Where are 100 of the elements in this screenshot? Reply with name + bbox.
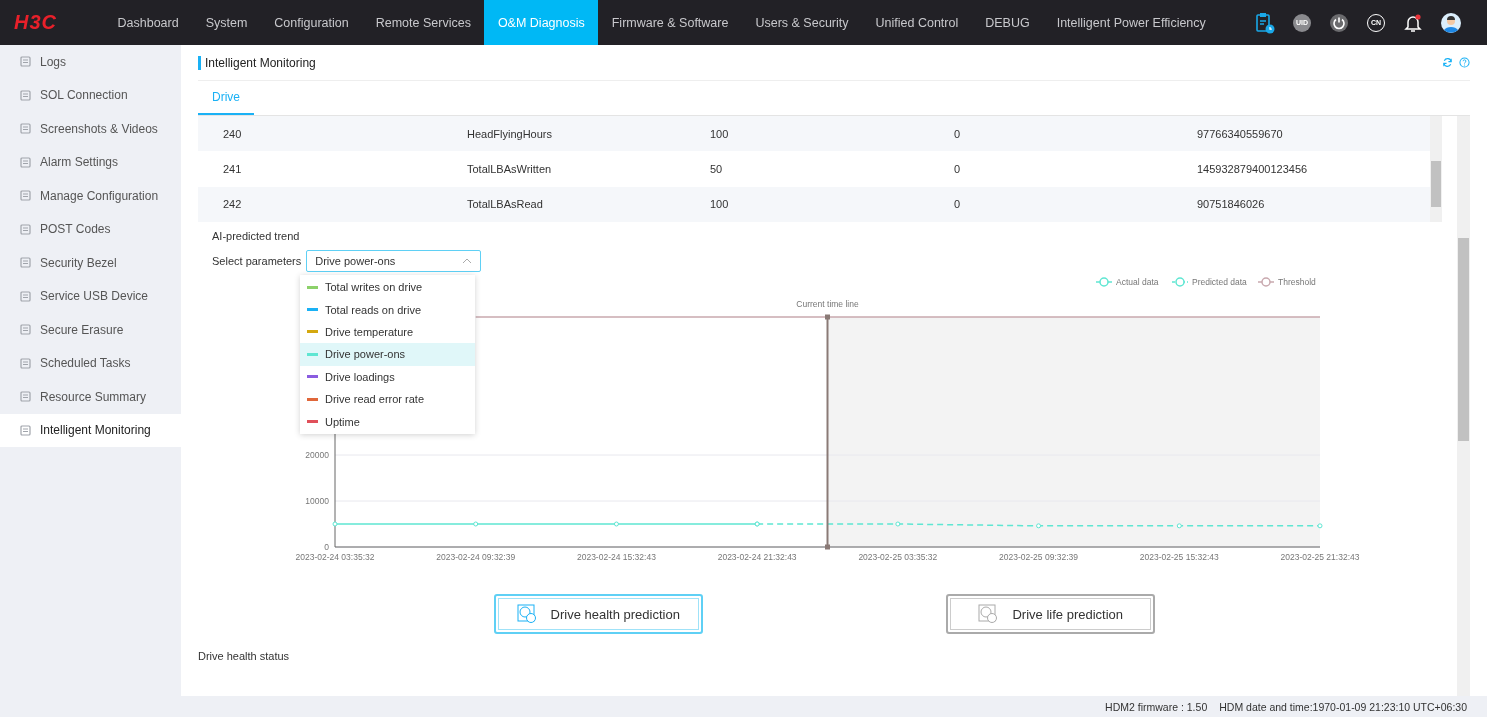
table-cell-text: 240 bbox=[223, 127, 243, 140]
nav-tab[interactable]: Users & Security bbox=[741, 0, 863, 45]
dropdown-option[interactable]: Drive temperature bbox=[300, 320, 475, 344]
bell-icon[interactable] bbox=[1403, 12, 1423, 33]
table-cell-text: 0 bbox=[954, 198, 962, 211]
y-axis-label: 20000 bbox=[305, 450, 329, 460]
legend-label[interactable]: Actual data bbox=[1116, 277, 1159, 287]
table-cell-text: 241 bbox=[223, 163, 243, 176]
x-axis-label: 2023-02-25 15:32:43 bbox=[1139, 552, 1219, 562]
x-axis-label: 2023-02-24 15:32:43 bbox=[576, 552, 656, 562]
dropdown-option[interactable]: Drive loadings bbox=[300, 365, 475, 388]
sidebar-item[interactable]: Logs bbox=[0, 45, 181, 79]
nav-tab[interactable]: Configuration bbox=[260, 0, 363, 45]
x-axis-label: 2023-02-25 21:32:43 bbox=[1280, 552, 1360, 562]
power-icon[interactable] bbox=[1329, 12, 1349, 33]
table-cell-text: 100 bbox=[710, 198, 730, 211]
nav-tab[interactable]: Firmware & Software bbox=[598, 0, 742, 45]
nav-tab[interactable]: Remote Services bbox=[362, 0, 485, 45]
scrollbar[interactable] bbox=[1457, 116, 1470, 696]
table-cell-text: 100 bbox=[710, 127, 730, 140]
sidebar-item[interactable]: Resource Summary bbox=[0, 380, 181, 414]
nav-tab[interactable]: Unified Control bbox=[862, 0, 972, 45]
x-axis-label: 2023-02-24 21:32:43 bbox=[717, 552, 797, 562]
caret-icon bbox=[462, 258, 473, 264]
data-point bbox=[332, 521, 338, 527]
data-point bbox=[1317, 523, 1323, 529]
menu-item-icon bbox=[20, 324, 31, 336]
date-time: HDM date and time:1970-01-09 21:23:10 UTC+06:30 bbox=[1219, 700, 1467, 713]
table-cell-text: 0 bbox=[954, 127, 962, 140]
help-icon[interactable] bbox=[1459, 57, 1470, 68]
nav-tab[interactable]: DEBUG bbox=[971, 0, 1044, 45]
annotation-label: Current time line bbox=[796, 299, 859, 309]
sidebar-item[interactable]: POST Codes bbox=[0, 212, 181, 246]
legend-marker-icon[interactable] bbox=[1171, 277, 1189, 287]
menu-item-icon bbox=[20, 56, 31, 68]
drive-icon bbox=[978, 604, 999, 624]
menu-item-icon bbox=[20, 424, 31, 436]
menu-item-icon bbox=[20, 391, 31, 403]
nav-tab[interactable]: Dashboard bbox=[104, 0, 193, 45]
clipboard-clock-icon[interactable] bbox=[1255, 11, 1275, 34]
sidebar-item[interactable]: Screenshots & Videos bbox=[0, 112, 181, 146]
page-title: Intelligent Monitoring bbox=[198, 55, 316, 70]
table-cell-text: HeadFlyingHours bbox=[467, 127, 553, 140]
menu-item-icon bbox=[20, 89, 31, 101]
nav-tab[interactable]: Intelligent Power Efficiency bbox=[1043, 0, 1220, 45]
section-title: Drive health status bbox=[198, 650, 291, 662]
menu-item-icon bbox=[20, 357, 31, 369]
y-axis-label: 10000 bbox=[305, 496, 329, 506]
menu-item-icon bbox=[20, 190, 31, 202]
legend-label[interactable]: Predicted data bbox=[1192, 277, 1247, 287]
table-cell-text: 145932879400123456 bbox=[1197, 163, 1309, 176]
table-cell-text: 97766340559670 bbox=[1197, 127, 1284, 140]
sidebar-item[interactable]: Service USB Device bbox=[0, 279, 181, 313]
field-label: Select parameters bbox=[212, 255, 302, 267]
dropdown-option[interactable]: Uptime bbox=[300, 410, 475, 433]
data-point bbox=[1036, 523, 1042, 529]
data-point bbox=[895, 521, 901, 527]
table-cell-text: 0 bbox=[954, 163, 962, 176]
data-point bbox=[1176, 523, 1182, 529]
nav-tab[interactable]: System bbox=[192, 0, 261, 45]
menu-item-icon bbox=[20, 223, 31, 235]
sidebar-item[interactable]: Intelligent Monitoring bbox=[0, 413, 181, 447]
x-axis-label: 2023-02-24 03:35:32 bbox=[295, 552, 375, 562]
firmware-version: HDM2 firmware : 1.50 bbox=[1105, 700, 1208, 713]
table-cell-text: TotalLBAsRead bbox=[467, 198, 544, 211]
data-point bbox=[473, 521, 479, 527]
y-axis-label: 0 bbox=[324, 542, 329, 552]
parameter-select[interactable]: Drive power-ons bbox=[306, 250, 482, 272]
dropdown-option[interactable]: Total reads on drive bbox=[300, 298, 475, 321]
brand-logo: H3C bbox=[13, 11, 58, 34]
x-axis-label: 2023-02-24 09:32:39 bbox=[436, 552, 516, 562]
drive-icon bbox=[516, 604, 537, 624]
menu-item-icon bbox=[20, 123, 31, 135]
dropdown-option[interactable]: Total writes on drive bbox=[300, 276, 475, 299]
legend-marker-icon[interactable] bbox=[1095, 277, 1113, 287]
sidebar-item[interactable]: Alarm Settings bbox=[0, 145, 181, 179]
dropdown-option[interactable]: Drive read error rate bbox=[300, 387, 475, 411]
table-cell-text: TotalLBAsWritten bbox=[467, 163, 553, 176]
menu-item-icon bbox=[20, 156, 31, 168]
prediction-button[interactable]: Drive life prediction bbox=[946, 594, 1156, 634]
sidebar-item[interactable]: Manage Configuration bbox=[0, 179, 181, 213]
legend-label[interactable]: Threshold bbox=[1278, 277, 1316, 287]
prediction-button[interactable]: Drive health prediction bbox=[493, 594, 703, 634]
table-cell-text: 242 bbox=[223, 198, 243, 211]
sidebar-item[interactable]: Scheduled Tasks bbox=[0, 346, 181, 380]
scrollbar[interactable] bbox=[1430, 116, 1442, 222]
section-title: AI-predicted trend bbox=[212, 230, 301, 242]
table-cell-text: 90751846026 bbox=[1197, 198, 1266, 211]
menu-item-icon bbox=[20, 257, 31, 269]
x-axis-label: 2023-02-25 09:32:39 bbox=[999, 552, 1079, 562]
sidebar-item[interactable]: Security Bezel bbox=[0, 246, 181, 280]
refresh-icon[interactable] bbox=[1442, 57, 1453, 68]
sidebar-item[interactable]: Secure Erasure bbox=[0, 313, 181, 347]
x-axis-label: 2023-02-25 03:35:32 bbox=[858, 552, 938, 562]
table-cell-text: 50 bbox=[710, 163, 724, 176]
sidebar-item[interactable]: SOL Connection bbox=[0, 78, 181, 112]
legend-marker-icon[interactable] bbox=[1257, 277, 1275, 287]
menu-item-icon bbox=[20, 290, 31, 302]
user-avatar-icon[interactable] bbox=[1441, 12, 1461, 33]
dropdown-option[interactable]: Drive power-ons bbox=[300, 343, 475, 366]
